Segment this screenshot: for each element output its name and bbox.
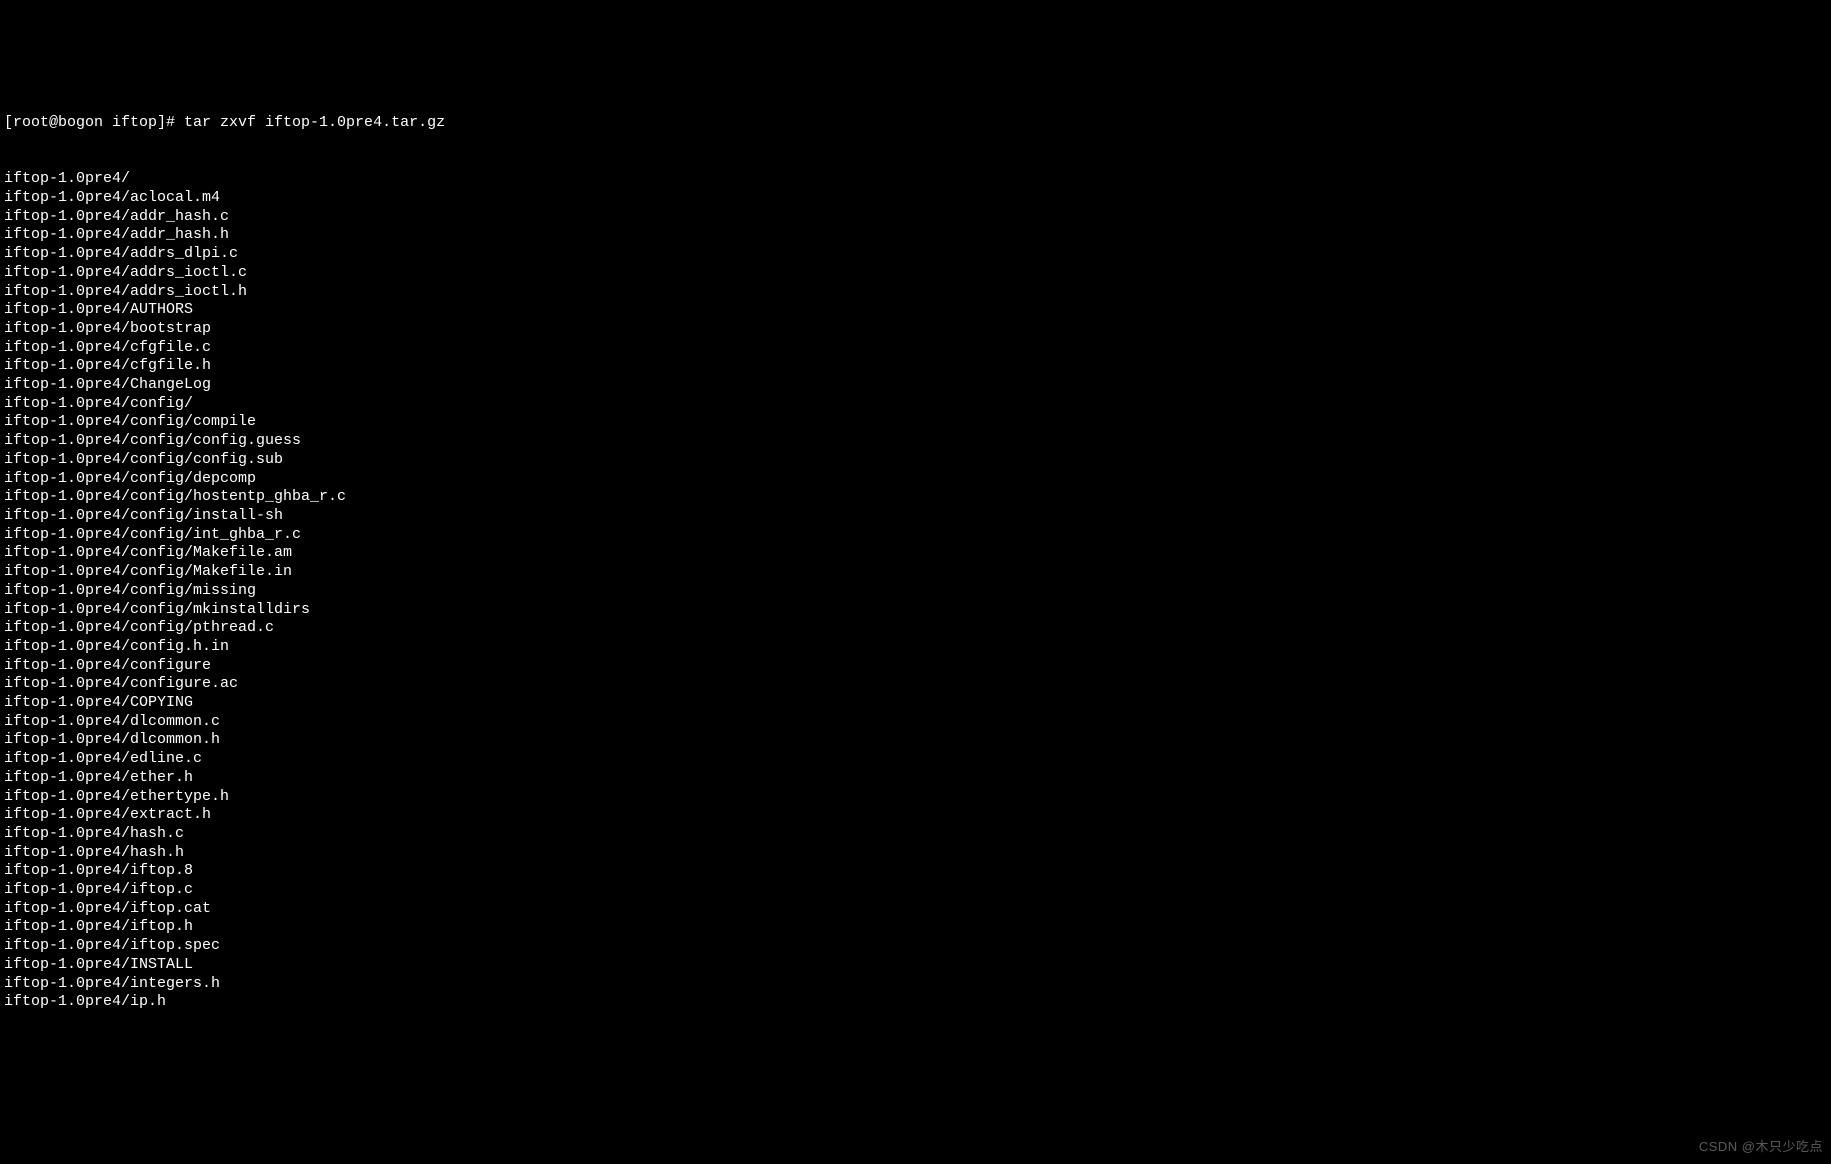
output-line: iftop-1.0pre4/hash.h — [4, 844, 1827, 863]
output-line: iftop-1.0pre4/edline.c — [4, 750, 1827, 769]
output-line: iftop-1.0pre4/extract.h — [4, 806, 1827, 825]
output-line: iftop-1.0pre4/INSTALL — [4, 956, 1827, 975]
output-line: iftop-1.0pre4/iftop.spec — [4, 937, 1827, 956]
output-line: iftop-1.0pre4/config/depcomp — [4, 470, 1827, 489]
output-line: iftop-1.0pre4/addrs_ioctl.c — [4, 264, 1827, 283]
output-line: iftop-1.0pre4/config/config.sub — [4, 451, 1827, 470]
output-line: iftop-1.0pre4/dlcommon.c — [4, 713, 1827, 732]
output-line: iftop-1.0pre4/config/pthread.c — [4, 619, 1827, 638]
output-line: iftop-1.0pre4/configure.ac — [4, 675, 1827, 694]
command-line[interactable]: [root@bogon iftop]# tar zxvf iftop-1.0pr… — [4, 114, 1827, 133]
output-line: iftop-1.0pre4/config.h.in — [4, 638, 1827, 657]
output-line: iftop-1.0pre4/AUTHORS — [4, 301, 1827, 320]
output-line: iftop-1.0pre4/integers.h — [4, 975, 1827, 994]
output-line: iftop-1.0pre4/ether.h — [4, 769, 1827, 788]
output-line: iftop-1.0pre4/config/int_ghba_r.c — [4, 526, 1827, 545]
output-line: iftop-1.0pre4/ethertype.h — [4, 788, 1827, 807]
shell-prompt: [root@bogon iftop]# — [4, 114, 175, 131]
output-line: iftop-1.0pre4/config/config.guess — [4, 432, 1827, 451]
output-line: iftop-1.0pre4/hash.c — [4, 825, 1827, 844]
terminal-window[interactable]: [root@bogon iftop]# tar zxvf iftop-1.0pr… — [0, 75, 1831, 1033]
output-line: iftop-1.0pre4/ChangeLog — [4, 376, 1827, 395]
output-line: iftop-1.0pre4/ip.h — [4, 993, 1827, 1012]
output-line: iftop-1.0pre4/addr_hash.c — [4, 208, 1827, 227]
output-line: iftop-1.0pre4/configure — [4, 657, 1827, 676]
output-line: iftop-1.0pre4/aclocal.m4 — [4, 189, 1827, 208]
output-line: iftop-1.0pre4/iftop.c — [4, 881, 1827, 900]
output-line: iftop-1.0pre4/iftop.8 — [4, 862, 1827, 881]
output-line: iftop-1.0pre4/bootstrap — [4, 320, 1827, 339]
output-line: iftop-1.0pre4/config/Makefile.am — [4, 544, 1827, 563]
output-line: iftop-1.0pre4/ — [4, 170, 1827, 189]
output-line: iftop-1.0pre4/iftop.cat — [4, 900, 1827, 919]
tar-output: iftop-1.0pre4/iftop-1.0pre4/aclocal.m4if… — [4, 170, 1827, 1012]
output-line: iftop-1.0pre4/addr_hash.h — [4, 226, 1827, 245]
output-line: iftop-1.0pre4/iftop.h — [4, 918, 1827, 937]
output-line: iftop-1.0pre4/config/Makefile.in — [4, 563, 1827, 582]
output-line: iftop-1.0pre4/config/hostentp_ghba_r.c — [4, 488, 1827, 507]
output-line: iftop-1.0pre4/COPYING — [4, 694, 1827, 713]
output-line: iftop-1.0pre4/config/mkinstalldirs — [4, 601, 1827, 620]
output-line: iftop-1.0pre4/addrs_dlpi.c — [4, 245, 1827, 264]
output-line: iftop-1.0pre4/config/ — [4, 395, 1827, 414]
output-line: iftop-1.0pre4/config/compile — [4, 413, 1827, 432]
output-line: iftop-1.0pre4/config/missing — [4, 582, 1827, 601]
typed-command: tar zxvf iftop-1.0pre4.tar.gz — [175, 114, 445, 131]
output-line: iftop-1.0pre4/cfgfile.h — [4, 357, 1827, 376]
output-line: iftop-1.0pre4/cfgfile.c — [4, 339, 1827, 358]
output-line: iftop-1.0pre4/addrs_ioctl.h — [4, 283, 1827, 302]
watermark-text: CSDN @木只少吃点 — [1699, 1138, 1823, 1157]
output-line: iftop-1.0pre4/config/install-sh — [4, 507, 1827, 526]
output-line: iftop-1.0pre4/dlcommon.h — [4, 731, 1827, 750]
